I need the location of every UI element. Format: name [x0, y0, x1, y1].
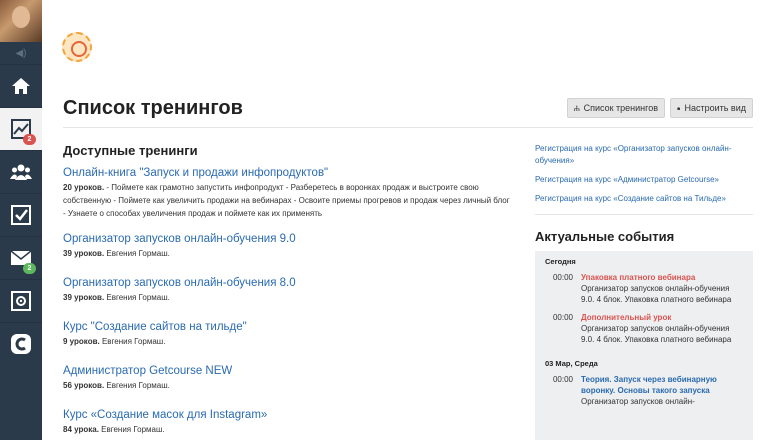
training-link[interactable]: Курс «Создание масок для Instagram» [63, 408, 513, 422]
avatar[interactable] [0, 0, 42, 42]
divider [535, 214, 753, 215]
event-title-link[interactable]: Теория. Запуск через вебинарную воронку.… [581, 374, 743, 396]
events-panel: Сегодня 00:00 Упаковка платного вебинара… [535, 251, 753, 440]
registration-link[interactable]: Регистрация на курс «Создание сайтов на … [535, 193, 755, 205]
lesson-count: 56 уроков. [63, 381, 105, 390]
divider [63, 127, 753, 128]
home-icon [12, 78, 30, 94]
sidebar-item-settings[interactable] [0, 279, 42, 322]
training-meta: 20 уроков. - Поймете как грамотно запуст… [63, 181, 513, 220]
sound-icon[interactable]: ◀) [0, 42, 42, 64]
lesson-count: 39 уроков. [63, 249, 105, 258]
training-author: Евгения Гормаш. [99, 337, 166, 346]
training-meta: 9 уроков. Евгения Гормаш. [63, 335, 513, 348]
getcourse-logo-icon [11, 334, 31, 354]
training-link[interactable]: Администратор Getcourse NEW [63, 364, 513, 378]
registration-links: Регистрация на курс «Организатор запуско… [535, 143, 755, 212]
sidebar-item-getcourse[interactable] [0, 322, 42, 365]
training-meta: 39 уроков. Евгения Гормаш. [63, 291, 513, 304]
lesson-count: 9 уроков. [63, 337, 100, 346]
school-logo[interactable] [62, 32, 92, 62]
event-item: 00:00 Упаковка платного вебинара Организ… [545, 272, 743, 305]
event-item: 00:00 Теория. Запуск через вебинарную во… [545, 374, 743, 407]
training-item: Курс «Создание масок для Instagram» 84 у… [63, 408, 513, 436]
sidebar-item-stats[interactable]: 2 [0, 107, 42, 150]
event-description: Организатор запусков онлайн-обучения 9.0… [581, 324, 732, 344]
lesson-count: 39 уроков. [63, 293, 105, 302]
training-item: Онлайн-книга "Запуск и продажи инфопроду… [63, 166, 513, 220]
training-description: - Поймете как грамотно запустить инфопро… [63, 183, 510, 218]
sidebar-item-tasks[interactable] [0, 193, 42, 236]
event-time: 00:00 [552, 313, 573, 322]
available-trainings-title: Доступные тренинги [63, 143, 198, 158]
training-link[interactable]: Организатор запусков онлайн-обучения 8.0 [63, 276, 513, 290]
event-description: Организатор запусков онлайн- [581, 397, 695, 406]
training-author: Евгения Гормаш. [104, 293, 170, 302]
training-author: Евгения Гормаш. [98, 425, 165, 434]
training-link[interactable]: Онлайн-книга "Запуск и продажи инфопроду… [63, 166, 513, 180]
training-author: Евгения Гормаш. [104, 381, 170, 390]
events-title: Актуальные события [535, 229, 675, 244]
event-time: 00:00 [552, 273, 573, 282]
event-description: Организатор запусков онлайн-обучения 9.0… [581, 284, 732, 304]
lesson-count: 20 уроков. [63, 183, 105, 192]
main-content: Список тренингов Список тренингов Настро… [42, 0, 774, 440]
training-item: Организатор запусков онлайн-обучения 8.0… [63, 276, 513, 304]
day-label: 03 Мар, Среда [545, 359, 598, 368]
messages-badge: 2 [23, 263, 36, 274]
training-meta: 84 урока. Евгения Гормаш. [63, 423, 513, 436]
registration-link[interactable]: Регистрация на курс «Организатор запуско… [535, 143, 755, 167]
registration-link[interactable]: Регистрация на курс «Администратор Getco… [535, 174, 755, 186]
event-time: 00:00 [552, 375, 573, 384]
safe-icon [11, 291, 31, 311]
sidebar-item-users[interactable] [0, 150, 42, 193]
event-body: Дополнительный урок Организатор запусков… [581, 312, 743, 345]
puzzle-icon [677, 106, 681, 110]
notification-badge: 2 [23, 134, 36, 145]
training-item: Организатор запусков онлайн-обучения 9.0… [63, 232, 513, 260]
checkbox-icon [11, 205, 31, 225]
training-meta: 39 уроков. Евгения Гормаш. [63, 247, 513, 260]
training-list: Онлайн-книга "Запуск и продажи инфопроду… [63, 166, 513, 436]
sitemap-icon [574, 105, 580, 111]
sidebar-item-home[interactable] [0, 64, 42, 107]
event-body: Теория. Запуск через вебинарную воронку.… [581, 374, 743, 407]
event-title-link[interactable]: Упаковка платного вебинара [581, 272, 743, 283]
training-author: Евгения Гормаш. [104, 249, 170, 258]
event-body: Упаковка платного вебинара Организатор з… [581, 272, 743, 305]
sidebar: ◀) 2 2 [0, 0, 42, 440]
training-link[interactable]: Курс "Создание сайтов на тильде" [63, 320, 513, 334]
training-list-label: Список тренингов [583, 103, 658, 113]
event-title-link[interactable]: Дополнительный урок [581, 312, 743, 323]
page-title: Список тренингов [63, 97, 243, 119]
customize-view-label: Настроить вид [684, 103, 746, 113]
training-link[interactable]: Организатор запусков онлайн-обучения 9.0 [63, 232, 513, 246]
training-list-button[interactable]: Список тренингов [567, 98, 665, 118]
day-label: Сегодня [545, 257, 576, 266]
lesson-count: 84 урока. [63, 425, 99, 434]
users-icon [10, 164, 32, 180]
event-item: 00:00 Дополнительный урок Организатор за… [545, 312, 743, 345]
customize-view-button[interactable]: Настроить вид [670, 98, 753, 118]
training-item: Администратор Getcourse NEW 56 уроков. Е… [63, 364, 513, 392]
training-item: Курс "Создание сайтов на тильде" 9 уроко… [63, 320, 513, 348]
sidebar-item-messages[interactable]: 2 [0, 236, 42, 279]
training-meta: 56 уроков. Евгения Гормаш. [63, 379, 513, 392]
